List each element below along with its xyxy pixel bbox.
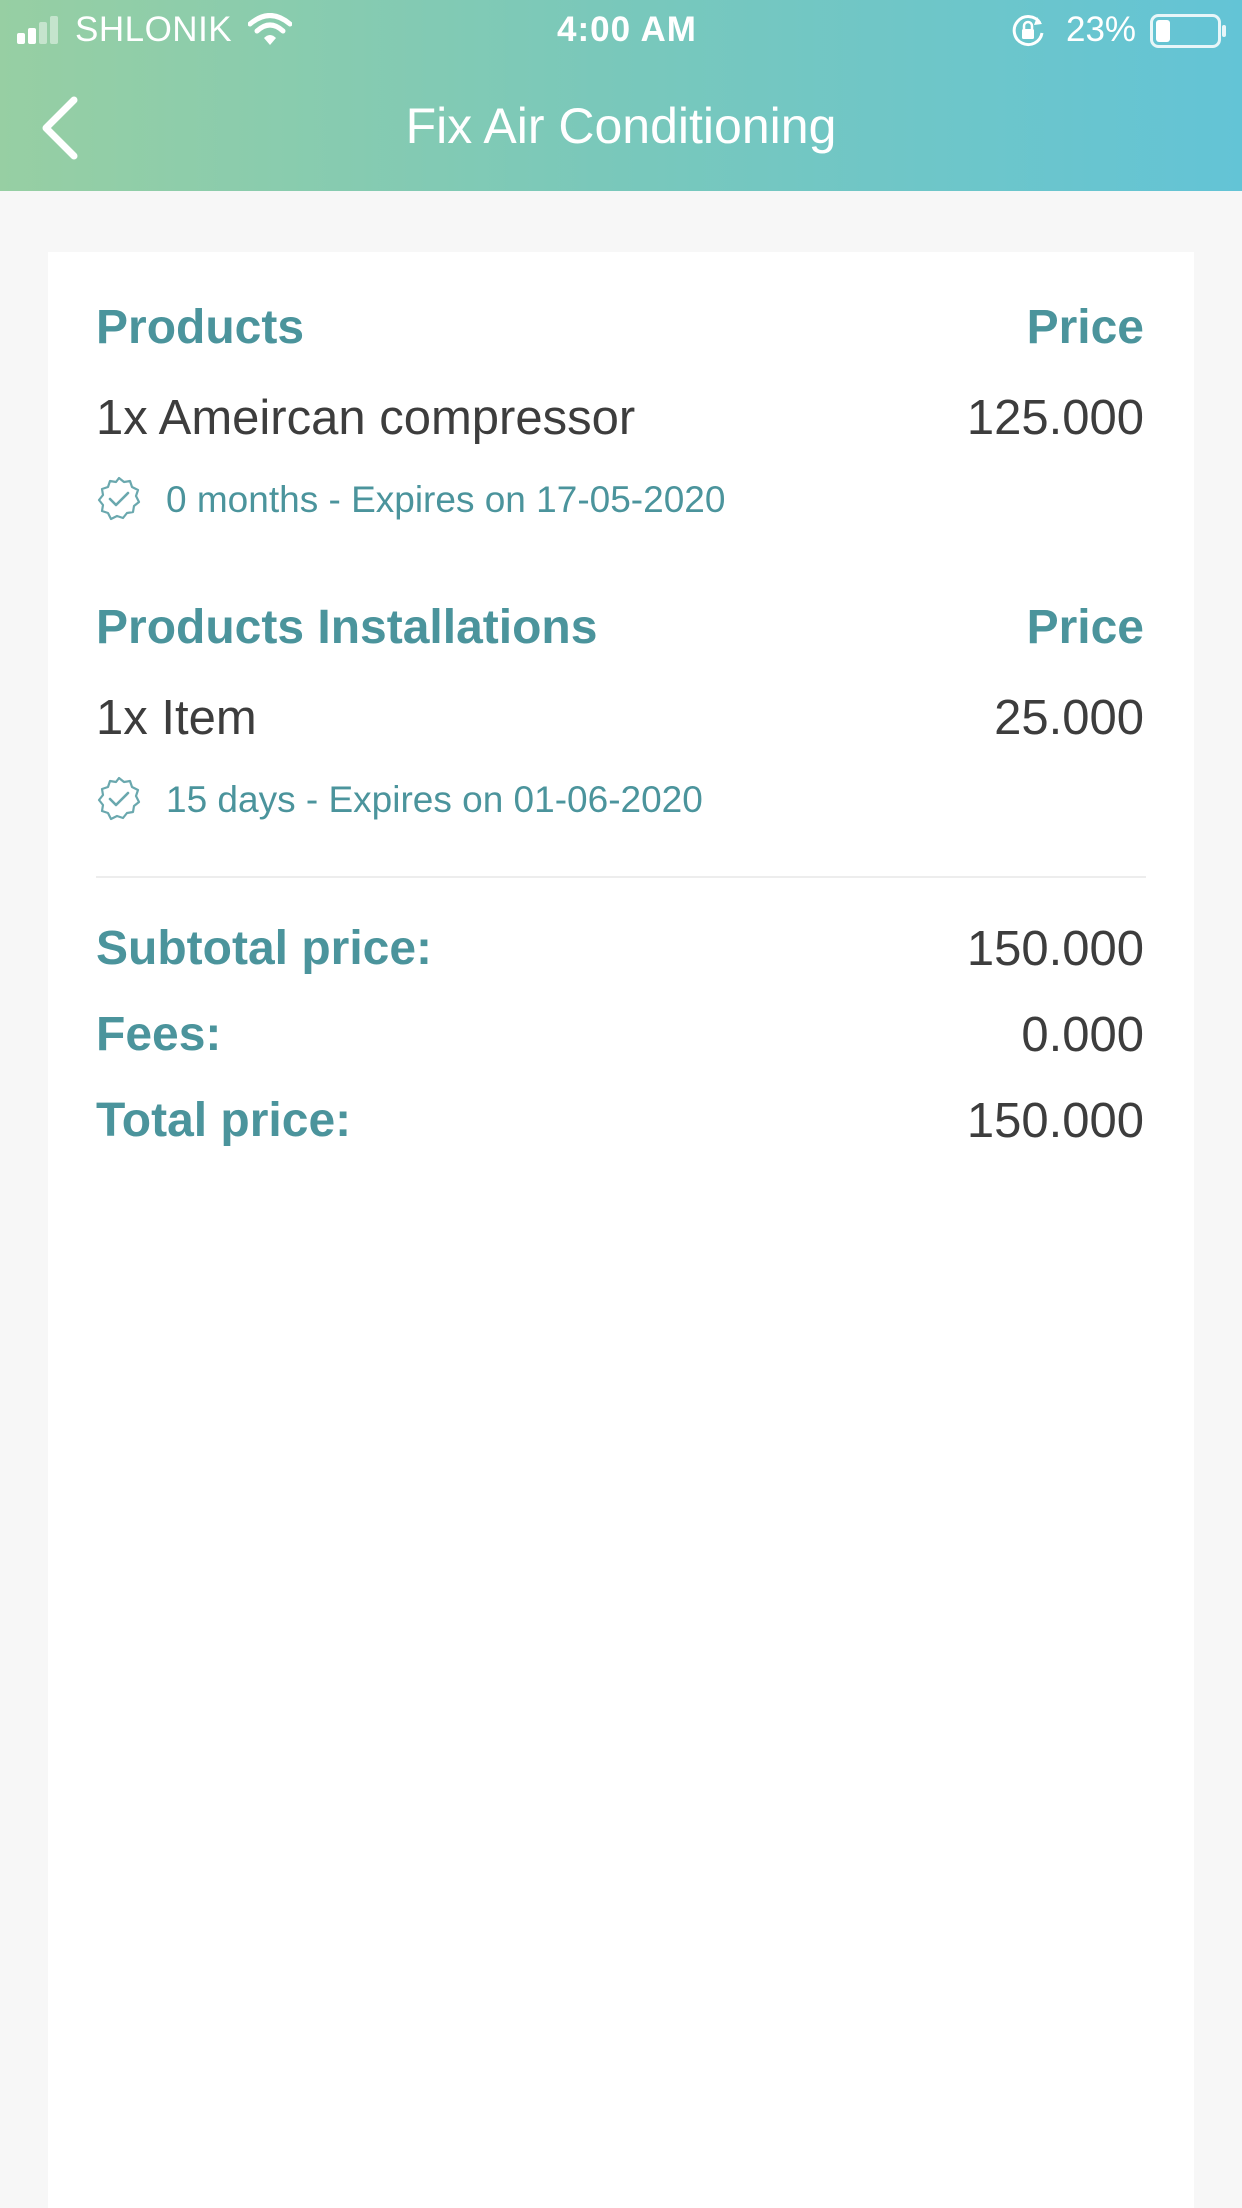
status-time: 4:00 AM <box>557 10 697 49</box>
total-row: Total price: 150.000 <box>96 1089 1144 1153</box>
subtotal-row: Subtotal price: 150.000 <box>96 917 1144 981</box>
fees-value: 0.000 <box>1021 1008 1144 1062</box>
order-summary-card: Products Price 1x Ameircan compressor 12… <box>48 252 1194 2208</box>
verified-check-icon <box>97 476 141 521</box>
total-label: Total price: <box>96 1094 352 1147</box>
verified-check-icon <box>97 776 141 821</box>
page-title: Fix Air Conditioning <box>405 98 837 154</box>
installations-heading: Products Installations <box>96 601 598 654</box>
products-heading: Products <box>96 301 305 354</box>
divider <box>96 876 1146 878</box>
total-value: 150.000 <box>966 1094 1144 1148</box>
installations-section-header: Products Installations Price <box>96 596 1144 660</box>
installation-name: 1x Item <box>96 691 257 745</box>
installation-price: 25.000 <box>994 691 1144 745</box>
product-price: 125.000 <box>966 391 1144 445</box>
battery-icon <box>1150 14 1226 48</box>
product-row: 1x Ameircan compressor 125.000 <box>96 386 1144 450</box>
products-price-heading: Price <box>1026 301 1144 354</box>
installation-warranty-text: 15 days - Expires on 01-06-2020 <box>166 779 703 820</box>
fees-row: Fees: 0.000 <box>96 1003 1144 1067</box>
orientation-lock-icon <box>1012 15 1044 47</box>
products-section-header: Products Price <box>96 296 1144 360</box>
product-name: 1x Ameircan compressor <box>96 391 636 445</box>
subtotal-value: 150.000 <box>966 922 1144 976</box>
product-warranty-text: 0 months - Expires on 17-05-2020 <box>166 479 726 520</box>
fees-label: Fees: <box>96 1008 222 1061</box>
installations-price-heading: Price <box>1026 601 1144 654</box>
installation-row: 1x Item 25.000 <box>96 686 1144 750</box>
installation-warranty: 15 days - Expires on 01-06-2020 <box>96 772 996 828</box>
product-warranty: 0 months - Expires on 17-05-2020 <box>96 472 996 528</box>
battery-percent: 23% <box>1066 10 1137 49</box>
status-bar: SHLONIK 4:00 AM 23% <box>0 0 1242 62</box>
subtotal-label: Subtotal price: <box>96 922 433 975</box>
app-header: SHLONIK 4:00 AM 23% Fix Air Conditioning <box>0 0 1242 191</box>
